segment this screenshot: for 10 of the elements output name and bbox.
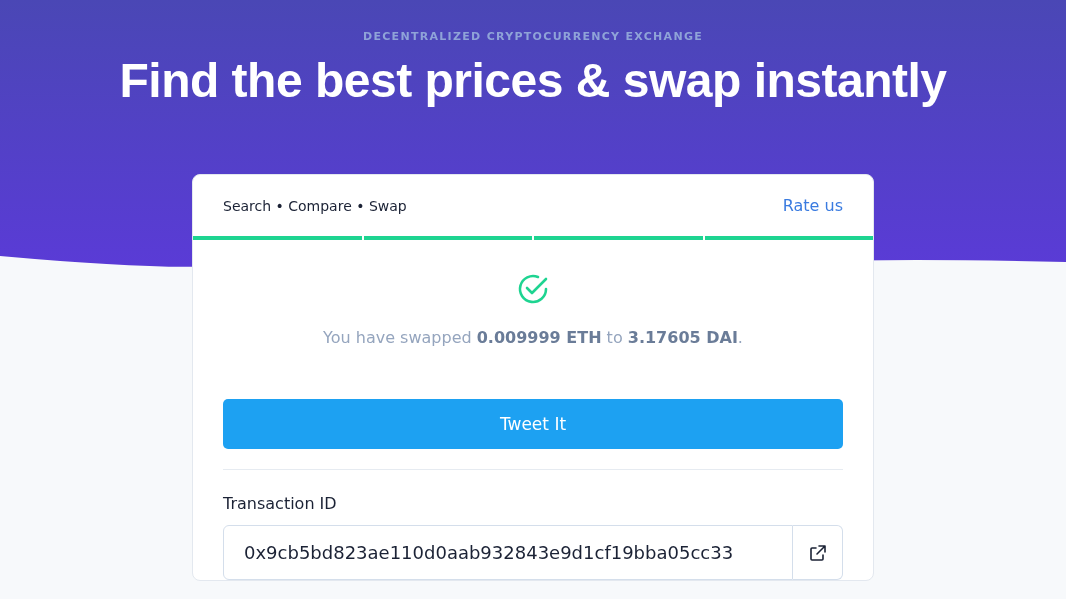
hero-title: Find the best prices & swap instantly <box>119 53 947 108</box>
field-label: Transaction ID <box>223 494 337 513</box>
success-check-icon <box>516 272 550 306</box>
external-link-icon[interactable] <box>793 525 843 580</box>
transaction-id-field[interactable]: 0x9cb5bd823ae110d0aab932843e9d1cf19bba05cc33 <box>223 525 793 580</box>
card-heading: Search • Compare • Swap <box>223 197 407 214</box>
swap-message: You have swapped 0.009999 ETH to 3.17605 DAI. <box>323 328 743 347</box>
eyebrow-text: DECENTRALIZED CRYPTOCURRENCY EXCHANGE <box>362 30 704 43</box>
tweet-button[interactable]: Tweet It <box>223 399 843 449</box>
rate-link[interactable]: Rate us <box>782 196 843 215</box>
